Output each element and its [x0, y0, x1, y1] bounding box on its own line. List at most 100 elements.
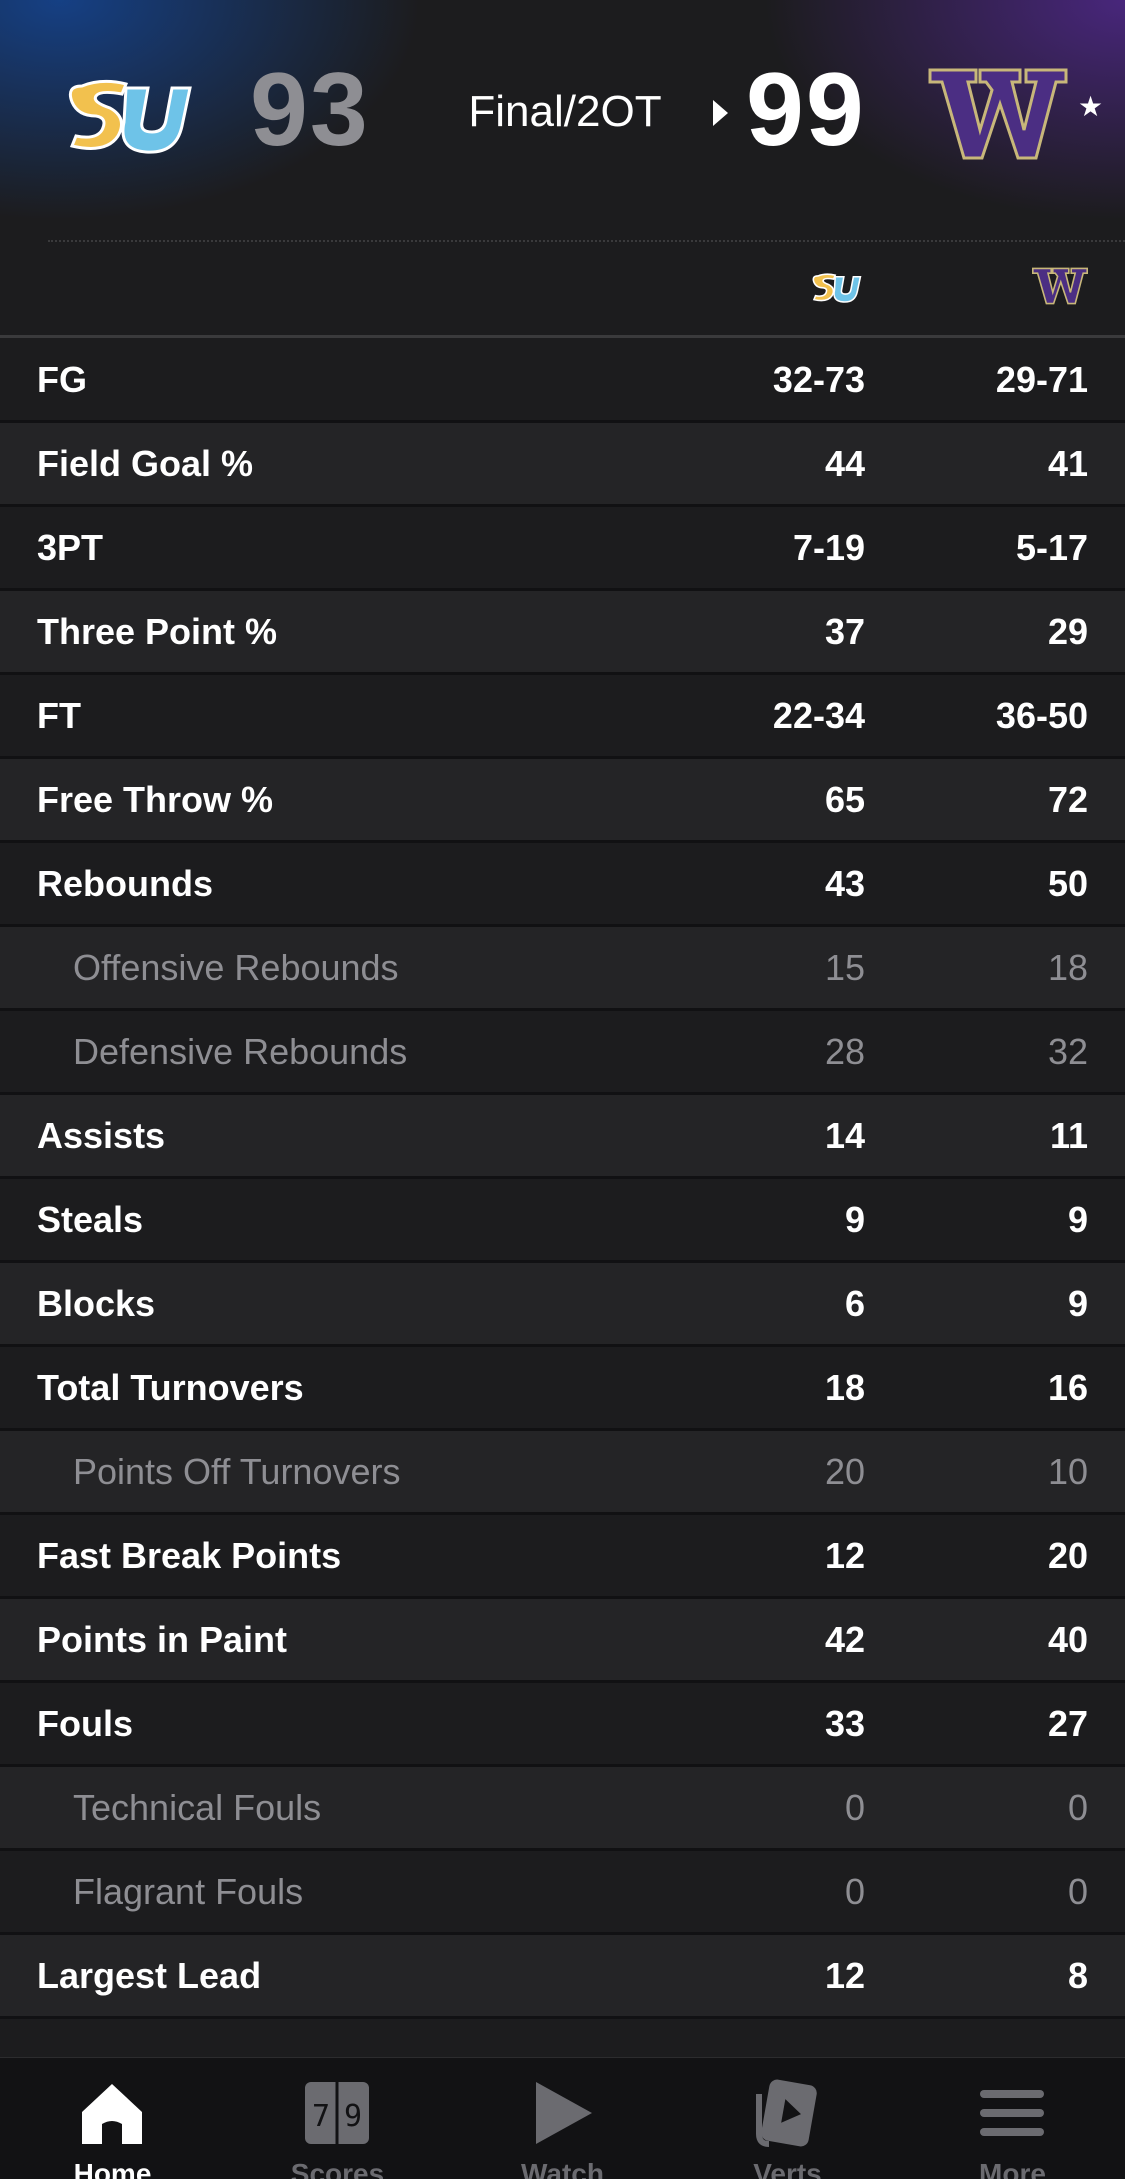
- stat-away-value: 42: [824, 1619, 865, 1660]
- tab-label: Scores: [290, 2158, 385, 2179]
- stat-row: Technical Fouls 0 0: [0, 1767, 1125, 1851]
- washington-huskies-logo[interactable]: [928, 64, 1068, 164]
- stat-row: Fouls 33 27: [0, 1683, 1125, 1767]
- stat-row: Steals 9 9: [0, 1179, 1125, 1263]
- stat-away-value: 0: [844, 1787, 865, 1828]
- stat-row: Blocks 6 9: [0, 1263, 1125, 1347]
- stat-away-value: 28: [824, 1031, 865, 1072]
- stat-label: Points Off Turnovers: [73, 1451, 401, 1492]
- tab-verts[interactable]: Verts: [675, 2058, 900, 2179]
- stat-home-value: 36-50: [995, 695, 1088, 736]
- stat-label: Defensive Rebounds: [73, 1031, 408, 1072]
- tab-scores[interactable]: 7 9 Scores: [225, 2058, 450, 2179]
- stat-home-value: 9: [1067, 1283, 1088, 1324]
- stat-row: Assists 14 11: [0, 1095, 1125, 1179]
- stat-home-value: 27: [1047, 1703, 1088, 1744]
- stat-away-value: 7-19: [792, 527, 865, 568]
- stat-home-value: 29-71: [995, 359, 1088, 400]
- game-status: Final/2OT: [468, 87, 662, 136]
- stat-row: Field Goal % 44 41: [0, 423, 1125, 507]
- stat-away-value: 14: [824, 1115, 865, 1156]
- svg-text:7: 7: [312, 2099, 330, 2134]
- stat-home-value: 16: [1047, 1367, 1088, 1408]
- stat-label: Blocks: [37, 1283, 156, 1324]
- stat-row: Largest Lead 12 8: [0, 1935, 1125, 2019]
- favorite-star-icon[interactable]: ★: [1078, 92, 1103, 122]
- menu-icon: [976, 2078, 1048, 2148]
- stat-label: FT: [37, 695, 81, 736]
- stat-home-value: 9: [1067, 1199, 1088, 1240]
- stats-team-header: [0, 242, 1125, 338]
- southern-university-mini-logo: [812, 273, 862, 303]
- stat-home-value: 18: [1047, 947, 1088, 988]
- winner-arrow-icon: [713, 100, 728, 126]
- tab-label: Verts: [753, 2158, 822, 2179]
- away-score: 93: [250, 52, 370, 168]
- stat-away-value: 12: [824, 1955, 865, 1996]
- stat-label: Flagrant Fouls: [73, 1871, 304, 1912]
- stat-row: Rebounds 43 50: [0, 843, 1125, 927]
- tab-label: Watch: [521, 2158, 604, 2179]
- game-header: 93 Final/2OT 99 ★: [0, 0, 1125, 240]
- stat-away-value: 43: [824, 863, 865, 904]
- tab-label: Home: [73, 2158, 152, 2179]
- stat-label: Rebounds: [37, 863, 213, 904]
- stat-label: Total Turnovers: [37, 1367, 304, 1408]
- tab-label: More: [979, 2158, 1046, 2179]
- stat-label: Largest Lead: [37, 1955, 262, 1996]
- stat-label: Three Point %: [37, 611, 278, 652]
- stat-row: Total Turnovers 18 16: [0, 1347, 1125, 1431]
- verts-icon: [751, 2078, 823, 2148]
- stat-row: Points in Paint 42 40: [0, 1599, 1125, 1683]
- play-icon: [526, 2078, 598, 2148]
- stat-home-value: 40: [1047, 1619, 1088, 1660]
- svg-text:9: 9: [344, 2099, 362, 2134]
- stat-home-value: 11: [1049, 1115, 1088, 1156]
- stat-home-value: 8: [1067, 1955, 1088, 1996]
- tab-home[interactable]: Home: [0, 2058, 225, 2179]
- stat-row: Fast Break Points 12 20: [0, 1515, 1125, 1599]
- stat-away-value: 0: [844, 1871, 865, 1912]
- tab-more[interactable]: More: [900, 2058, 1125, 2179]
- stat-home-value: 20: [1047, 1535, 1088, 1576]
- stat-away-value: 12: [824, 1535, 865, 1576]
- stat-row: Flagrant Fouls 0 0: [0, 1851, 1125, 1935]
- stat-away-value: 6: [844, 1283, 865, 1324]
- stat-away-value: 33: [824, 1703, 865, 1744]
- stat-away-value: 15: [824, 947, 865, 988]
- stat-row: Three Point % 37 29: [0, 591, 1125, 675]
- stat-home-value: 0: [1067, 1871, 1088, 1912]
- stat-home-value: 32: [1047, 1031, 1088, 1072]
- stat-away-value: 22-34: [772, 695, 865, 736]
- southern-university-logo[interactable]: [62, 72, 194, 156]
- bottom-tab-bar: Home 7 9 Scores Watch Verts More: [0, 2057, 1125, 2179]
- stat-away-value: 18: [824, 1367, 865, 1408]
- stat-away-value: 20: [824, 1451, 865, 1492]
- stat-row: Points Off Turnovers 20 10: [0, 1431, 1125, 1515]
- stat-home-value: 5-17: [1015, 527, 1088, 568]
- stat-label: Offensive Rebounds: [73, 947, 399, 988]
- stat-away-value: 37: [824, 611, 865, 652]
- stat-home-value: 0: [1067, 1787, 1088, 1828]
- stat-label: Fast Break Points: [37, 1535, 342, 1576]
- stat-row: FT 22-34 36-50: [0, 675, 1125, 759]
- stat-row: FG 32-73 29-71: [0, 339, 1125, 423]
- stat-label: Field Goal %: [37, 443, 254, 484]
- stat-row: Offensive Rebounds 15 18: [0, 927, 1125, 1011]
- stat-label: FG: [37, 359, 87, 400]
- stat-row: Free Throw % 65 72: [0, 759, 1125, 843]
- stat-home-value: 10: [1047, 1451, 1088, 1492]
- stat-home-value: 72: [1047, 779, 1088, 820]
- tab-watch[interactable]: Watch: [450, 2058, 675, 2179]
- stat-home-value: 29: [1047, 611, 1088, 652]
- home-icon: [76, 2078, 148, 2148]
- stat-label: Technical Fouls: [73, 1787, 322, 1828]
- stat-row: 3PT 7-19 5-17: [0, 507, 1125, 591]
- scores-icon: 79: [301, 2078, 373, 2148]
- home-score: 99: [746, 52, 866, 168]
- stat-away-value: 9: [844, 1199, 865, 1240]
- stat-label: Assists: [37, 1115, 166, 1156]
- washington-huskies-mini-logo: [1032, 267, 1088, 305]
- team-stats-table: FG 32-73 29-71 Field Goal % 44 41 3PT 7-19 5-17 T…: [0, 339, 1125, 2019]
- stat-label: Steals: [37, 1199, 144, 1240]
